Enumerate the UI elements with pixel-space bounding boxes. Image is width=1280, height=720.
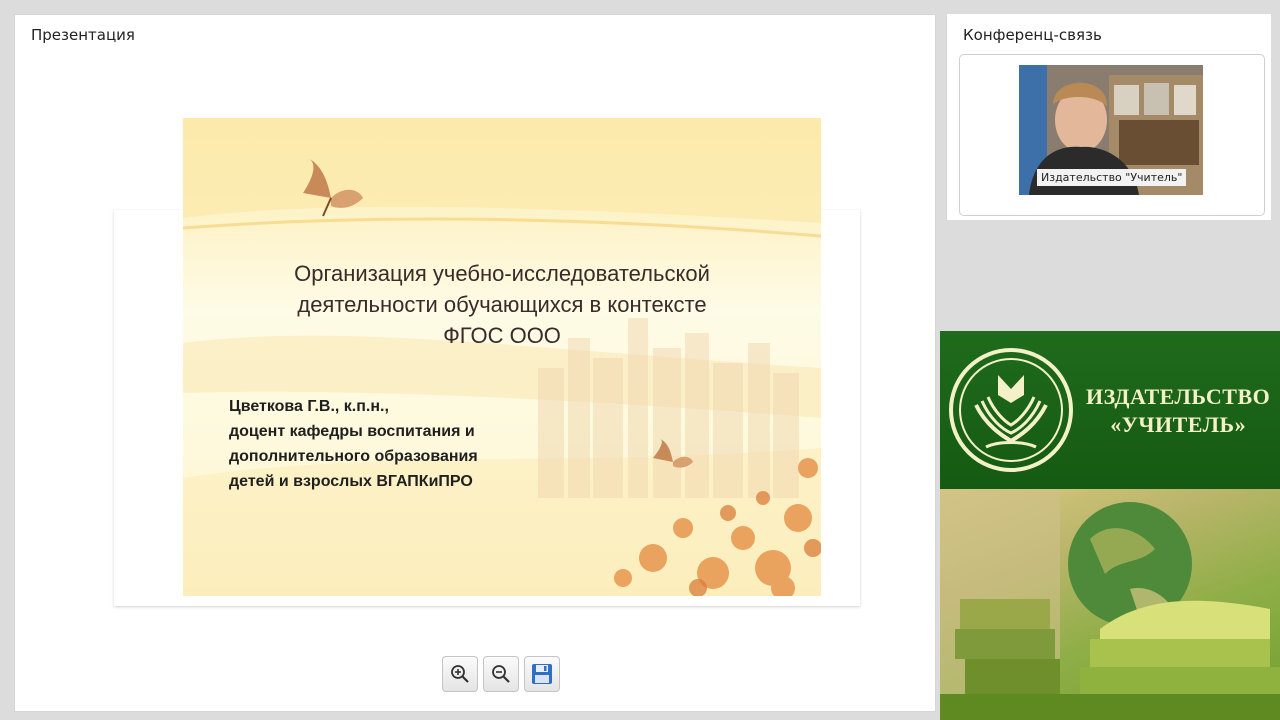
conference-panel-title: Конференц-связь xyxy=(963,26,1102,44)
banner-header: ИЗДАТЕЛЬСТВО «УЧИТЕЛЬ» xyxy=(940,331,1280,489)
slide-author-line: Цветкова Г.В., к.п.н., xyxy=(229,398,389,415)
publisher-name-line: «УЧИТЕЛЬ» xyxy=(1110,412,1247,437)
presentation-panel-title: Презентация xyxy=(31,26,135,44)
conference-panel: Конференц-связь Издательство "Учитель" xyxy=(946,14,1271,220)
participant-video[interactable]: Издательство "Учитель" xyxy=(1019,65,1203,195)
participant-video-box[interactable]: Издательство "Учитель" xyxy=(959,54,1265,216)
slide-author-line: дополнительного образования xyxy=(229,448,478,465)
publisher-name-line: ИЗДАТЕЛЬСТВО xyxy=(1086,384,1271,409)
slide-background-decor xyxy=(183,118,821,596)
publisher-logo-icon xyxy=(949,348,1073,472)
banner-image xyxy=(940,489,1280,720)
slide-title-line: ФГОС ООО xyxy=(443,323,561,348)
slide-author-line: детей и взрослых ВГАПКиПРО xyxy=(229,473,473,490)
slide-title-line: Организация учебно-исследовательской xyxy=(294,261,710,286)
save-button[interactable] xyxy=(524,656,560,692)
slide-author-line: доцент кафедры воспитания и xyxy=(229,423,475,440)
zoom-in-button[interactable] xyxy=(442,656,478,692)
books-globe-illustration xyxy=(940,489,1280,720)
zoom-in-icon xyxy=(451,665,469,683)
slide-title-line: деятельности обучающихся в контексте xyxy=(297,292,707,317)
presentation-slide: Организация учебно-исследовательской дея… xyxy=(183,118,821,596)
floppy-disk-icon xyxy=(532,664,552,684)
slide-title: Организация учебно-исследовательской дея… xyxy=(213,258,791,351)
participant-name-caption: Издательство "Учитель" xyxy=(1037,169,1187,186)
zoom-out-icon xyxy=(492,665,510,683)
zoom-out-button[interactable] xyxy=(483,656,519,692)
slide-author: Цветкова Г.В., к.п.н., доцент кафедры во… xyxy=(229,394,549,494)
publisher-banner: ИЗДАТЕЛЬСТВО «УЧИТЕЛЬ» xyxy=(940,331,1280,720)
publisher-name: ИЗДАТЕЛЬСТВО «УЧИТЕЛЬ» xyxy=(1086,383,1270,439)
